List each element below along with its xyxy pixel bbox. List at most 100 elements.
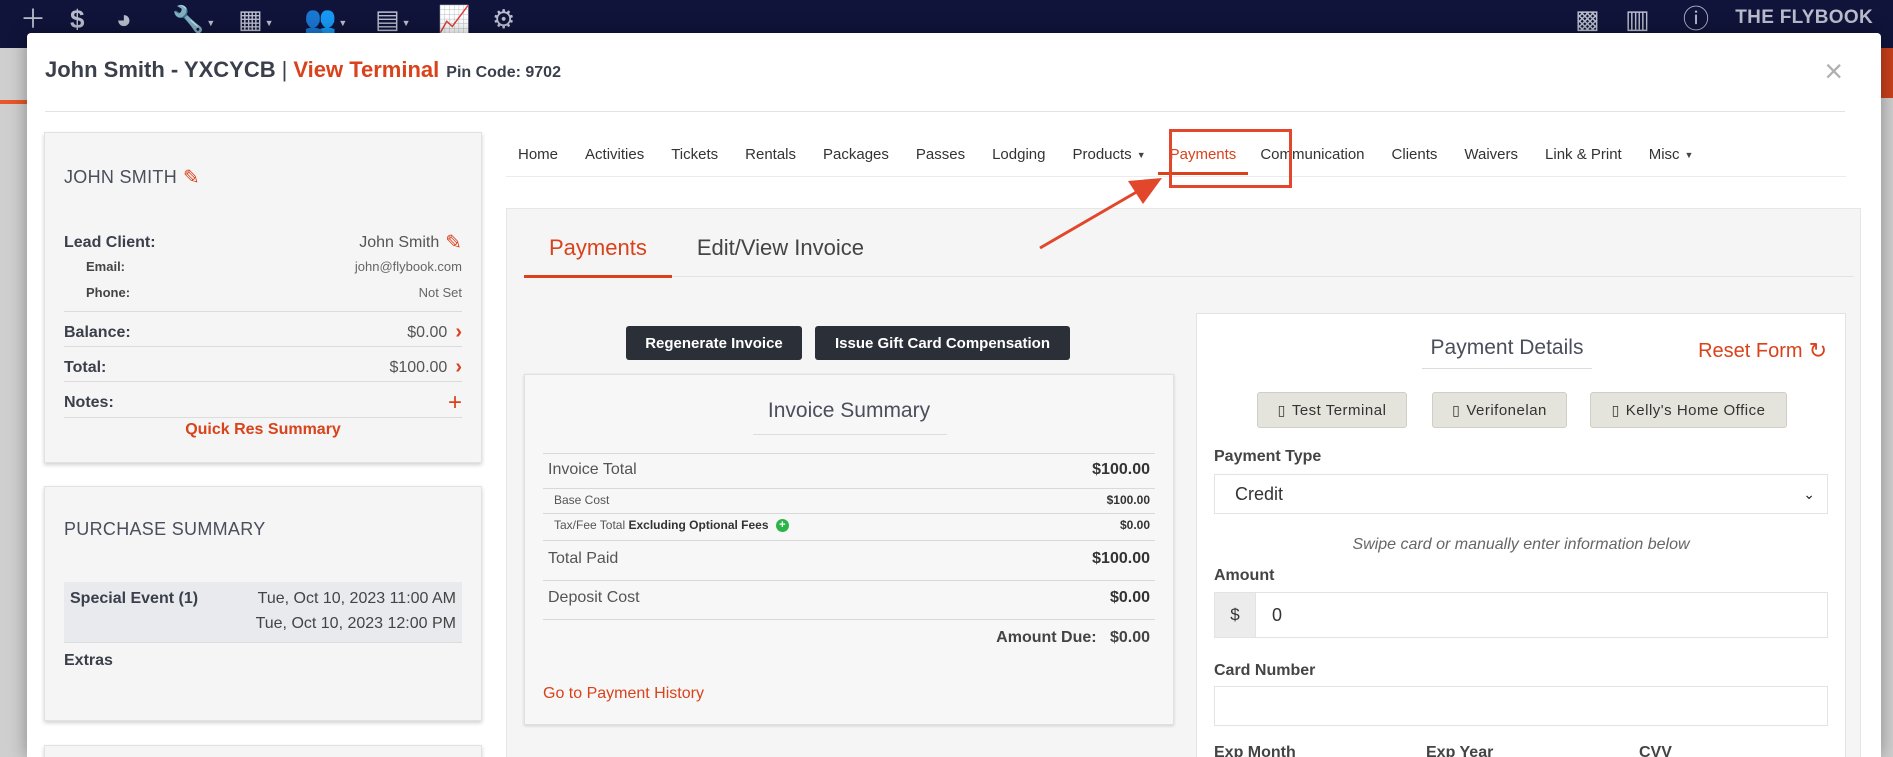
payments-panel: Payments Edit/View Invoice Regenerate In… <box>506 208 1861 757</box>
card-number-input[interactable] <box>1214 686 1828 726</box>
lead-client-name[interactable]: John Smith <box>359 234 439 252</box>
document-icon[interactable]: ▤ ▼ <box>375 4 411 34</box>
help-icon[interactable]: ⓘ <box>1683 4 1709 34</box>
email-row: Email: john@flybook.com <box>64 259 462 274</box>
lead-client-row: Lead Client: John Smith ✎ <box>64 230 462 255</box>
nav-packages[interactable]: Packages <box>823 146 889 163</box>
notes-row: Notes: + <box>64 389 462 417</box>
amount-input[interactable] <box>1256 593 1827 637</box>
invoice-total-row: Invoice Total $100.00 <box>548 461 1150 479</box>
divider <box>543 453 1155 454</box>
purchase-summary-title: PURCHASE SUMMARY <box>64 519 266 539</box>
terminal-label: Test Terminal <box>1291 401 1387 419</box>
total-amount: $100.00 <box>389 358 448 376</box>
chart-icon[interactable]: 📈 <box>438 4 470 34</box>
nav-lodging[interactable]: Lodging <box>992 146 1045 163</box>
wrench-icon[interactable]: 🔧 ▼ <box>172 4 215 34</box>
payment-details-title: Payment Details <box>1422 336 1592 369</box>
nav-clients[interactable]: Clients <box>1392 146 1438 163</box>
divider <box>543 619 1155 620</box>
chevron-right-icon[interactable]: › <box>455 356 462 379</box>
tax-label-group: Tax/Fee Total Excluding Optional Fees + <box>548 518 789 533</box>
nav-waivers[interactable]: Waivers <box>1464 146 1518 163</box>
divider <box>543 513 1155 514</box>
nav-products[interactable]: Products ▼ <box>1072 146 1145 163</box>
amount-due: Amount Due: $0.00 <box>996 629 1150 647</box>
view-terminal-link[interactable]: View Terminal <box>293 57 439 83</box>
qr-code-icon[interactable]: ▩ <box>1575 4 1600 34</box>
total-value: $100.00 › <box>389 356 462 379</box>
backdrop-accent-left <box>0 100 30 104</box>
extras-row: Extras <box>64 652 462 670</box>
phone-value: Not Set <box>418 285 462 300</box>
chevron-right-icon[interactable]: › <box>455 321 462 344</box>
payment-type-label: Payment Type <box>1214 448 1322 465</box>
base-cost-row: Base Cost $100.00 <box>548 493 1150 507</box>
nav-misc[interactable]: Misc ▼ <box>1649 146 1694 163</box>
invoice-total-label: Invoice Total <box>548 461 637 478</box>
swipe-hint: Swipe card or manually enter information… <box>1352 536 1690 553</box>
book-icon[interactable]: ▥ <box>1625 4 1650 34</box>
amount-due-value: $0.00 <box>1109 629 1150 646</box>
backdrop-accent-right <box>1881 48 1893 98</box>
close-icon[interactable]: × <box>1824 53 1843 90</box>
plus-circle-icon[interactable]: + <box>775 519 789 533</box>
subtab-edit-invoice[interactable]: Edit/View Invoice <box>672 229 889 276</box>
dollar-icon[interactable]: $ <box>70 4 84 34</box>
nav-activities[interactable]: Activities <box>585 146 644 163</box>
currency-prefix: $ <box>1215 593 1256 637</box>
dashboard-icon[interactable]: ◕ <box>116 4 132 34</box>
purchase-start: Tue, Oct 10, 2023 11:00 AM <box>257 590 456 607</box>
terminal-verifone-button[interactable]: ▯ Verifonelan <box>1432 392 1567 428</box>
quick-res-summary-link[interactable]: Quick Res Summary <box>45 421 481 439</box>
invoice-summary-card: Invoice Summary Invoice Total $100.00 Ba… <box>524 374 1174 725</box>
divider <box>64 311 462 312</box>
lead-client-value: John Smith ✎ <box>359 230 462 255</box>
users-icon[interactable]: 👥 ▼ <box>304 4 347 34</box>
notes-label: Notes: <box>64 394 114 411</box>
phone-row: Phone: Not Set <box>64 285 462 300</box>
terminal-icon: ▯ <box>1277 401 1286 418</box>
terminal-icon: ▯ <box>1611 401 1620 418</box>
brand-name[interactable]: THE FLYBOOK <box>1735 7 1873 29</box>
gears-icon[interactable]: ⚙ <box>492 4 515 34</box>
exp-month-label: Exp Month <box>1214 744 1296 757</box>
payment-history-link[interactable]: Go to Payment History <box>543 685 704 703</box>
nav-home[interactable]: Home <box>518 146 558 163</box>
terminal-test-button[interactable]: ▯ Test Terminal <box>1257 392 1407 428</box>
nav-products-label: Products <box>1072 146 1132 163</box>
subtab-payments[interactable]: Payments <box>524 229 672 278</box>
lead-client-label: Lead Client: <box>64 233 156 251</box>
gift-card-compensation-button[interactable]: Issue Gift Card Compensation <box>815 326 1070 360</box>
nav-tickets[interactable]: Tickets <box>671 146 718 163</box>
nav-link-print[interactable]: Link & Print <box>1545 146 1622 163</box>
divider <box>64 417 462 418</box>
tax-note: Excluding Optional Fees <box>628 518 769 532</box>
divider <box>543 488 1155 489</box>
divider <box>64 381 462 382</box>
divider <box>543 540 1155 541</box>
payment-type-select[interactable]: Credit ⌄ <box>1214 474 1828 514</box>
amount-field: $ <box>1214 592 1828 638</box>
balance-row[interactable]: Balance: $0.00 › <box>64 321 462 344</box>
add-icon[interactable]: ＋ <box>20 4 46 34</box>
edit-lead-pencil-icon[interactable]: ✎ <box>445 230 462 255</box>
title-separator: | <box>281 57 288 82</box>
purchase-item-row[interactable]: Special Event (1) Tue, Oct 10, 2023 11:0… <box>64 582 462 642</box>
total-row[interactable]: Total: $100.00 › <box>64 356 462 379</box>
nav-rentals[interactable]: Rentals <box>745 146 796 163</box>
payments-subtabs: Payments Edit/View Invoice <box>524 229 1854 278</box>
nav-passes[interactable]: Passes <box>916 146 965 163</box>
email-label: Email: <box>86 259 126 274</box>
tax-label: Tax/Fee Total <box>554 518 626 532</box>
edit-pencil-icon[interactable]: ✎ <box>183 165 200 190</box>
regenerate-invoice-button[interactable]: Regenerate Invoice <box>626 326 802 360</box>
reset-form-button[interactable]: Reset Form ↻ <box>1698 338 1827 364</box>
calendar-icon[interactable]: ▦ ▼ <box>238 4 274 34</box>
add-note-icon[interactable]: + <box>448 389 462 417</box>
divider <box>543 580 1155 581</box>
page-backdrop-left <box>0 48 30 757</box>
terminal-kelly-button[interactable]: ▯ Kelly's Home Office <box>1590 392 1787 428</box>
client-name: JOHN SMITH <box>64 167 177 187</box>
pin-code: Pin Code: 9702 <box>446 64 561 81</box>
